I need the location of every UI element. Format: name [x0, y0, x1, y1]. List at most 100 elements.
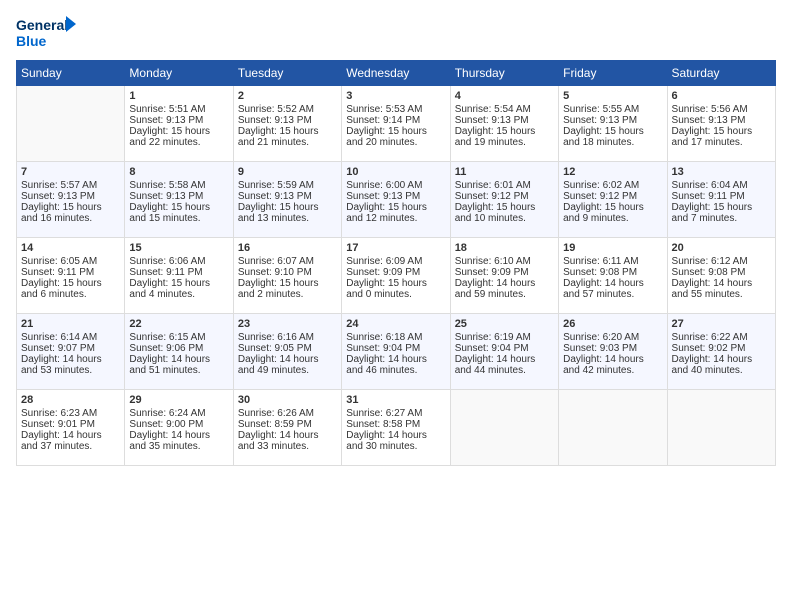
calendar-cell: 26Sunrise: 6:20 AMSunset: 9:03 PMDayligh… — [559, 314, 667, 390]
day-info: Daylight: 14 hours — [238, 430, 337, 441]
calendar-cell: 16Sunrise: 6:07 AMSunset: 9:10 PMDayligh… — [233, 238, 341, 314]
day-number: 8 — [129, 166, 228, 178]
day-number: 1 — [129, 90, 228, 102]
day-info: Daylight: 15 hours — [346, 278, 445, 289]
day-info: Sunrise: 6:05 AM — [21, 256, 120, 267]
header-row: SundayMondayTuesdayWednesdayThursdayFrid… — [17, 61, 776, 86]
weekday-header-sunday: Sunday — [17, 61, 125, 86]
day-info: Sunrise: 6:01 AM — [455, 180, 554, 191]
day-info: Daylight: 15 hours — [455, 126, 554, 137]
day-info: and 21 minutes. — [238, 137, 337, 148]
calendar-cell: 8 Sunrise: 5:58 AMSunset: 9:13 PMDaylight… — [125, 162, 233, 238]
day-number: 22 — [129, 318, 228, 330]
calendar-cell: 14Sunrise: 6:05 AMSunset: 9:11 PMDayligh… — [17, 238, 125, 314]
calendar-week-4: 21Sunrise: 6:14 AMSunset: 9:07 PMDayligh… — [17, 314, 776, 390]
calendar-cell: 2Sunrise: 5:52 AMSunset: 9:13 PMDaylight… — [233, 86, 341, 162]
day-info: Daylight: 15 hours — [21, 278, 120, 289]
day-info: and 18 minutes. — [563, 137, 662, 148]
day-info: Daylight: 14 hours — [672, 354, 771, 365]
calendar-cell: 24Sunrise: 6:18 AMSunset: 9:04 PMDayligh… — [342, 314, 450, 390]
day-info: Sunset: 9:06 PM — [129, 343, 228, 354]
day-number: 19 — [563, 242, 662, 254]
calendar-cell: 22Sunrise: 6:15 AMSunset: 9:06 PMDayligh… — [125, 314, 233, 390]
day-info: Sunrise: 6:23 AM — [21, 408, 120, 419]
day-info: Sunrise: 6:04 AM — [672, 180, 771, 191]
day-info: and 0 minutes. — [346, 289, 445, 300]
day-number: 24 — [346, 318, 445, 330]
day-info: Daylight: 14 hours — [346, 354, 445, 365]
day-info: and 46 minutes. — [346, 365, 445, 376]
day-info: Daylight: 15 hours — [129, 202, 228, 213]
day-number: 30 — [238, 394, 337, 406]
calendar-cell — [559, 390, 667, 466]
day-number: 5 — [563, 90, 662, 102]
day-info: Daylight: 14 hours — [563, 354, 662, 365]
day-info: Sunset: 9:13 PM — [672, 115, 771, 126]
day-number: 2 — [238, 90, 337, 102]
weekday-header-saturday: Saturday — [667, 61, 775, 86]
day-info: Daylight: 14 hours — [455, 278, 554, 289]
day-number: 26 — [563, 318, 662, 330]
day-info: Sunrise: 5:53 AM — [346, 104, 445, 115]
day-info: Daylight: 15 hours — [238, 126, 337, 137]
logo-svg: GeneralBlue — [16, 12, 76, 52]
day-info: Daylight: 15 hours — [563, 202, 662, 213]
day-info: Daylight: 15 hours — [455, 202, 554, 213]
day-info: Sunrise: 5:59 AM — [238, 180, 337, 191]
day-info: and 40 minutes. — [672, 365, 771, 376]
day-info: Sunrise: 6:00 AM — [346, 180, 445, 191]
day-info: Sunrise: 6:16 AM — [238, 332, 337, 343]
day-number: 28 — [21, 394, 120, 406]
calendar-cell: 20Sunrise: 6:12 AMSunset: 9:08 PMDayligh… — [667, 238, 775, 314]
day-info: and 42 minutes. — [563, 365, 662, 376]
day-info: and 51 minutes. — [129, 365, 228, 376]
day-info: Sunset: 9:11 PM — [129, 267, 228, 278]
calendar-cell: 1Sunrise: 5:51 AMSunset: 9:13 PMDaylight… — [125, 86, 233, 162]
day-info: Daylight: 15 hours — [563, 126, 662, 137]
calendar-cell: 3Sunrise: 5:53 AMSunset: 9:14 PMDaylight… — [342, 86, 450, 162]
day-info: Sunset: 9:09 PM — [346, 267, 445, 278]
day-info: and 13 minutes. — [238, 213, 337, 224]
day-info: and 19 minutes. — [455, 137, 554, 148]
calendar-cell: 9Sunrise: 5:59 AMSunset: 9:13 PMDaylight… — [233, 162, 341, 238]
day-info: Daylight: 14 hours — [21, 430, 120, 441]
day-info: Sunset: 9:08 PM — [672, 267, 771, 278]
day-info: and 6 minutes. — [21, 289, 120, 300]
day-info: and 33 minutes. — [238, 441, 337, 452]
day-info: Sunrise: 5:57 AM — [21, 180, 120, 191]
day-info: Sunset: 9:13 PM — [563, 115, 662, 126]
calendar-week-5: 28Sunrise: 6:23 AMSunset: 9:01 PMDayligh… — [17, 390, 776, 466]
day-number: 15 — [129, 242, 228, 254]
calendar-cell: 17Sunrise: 6:09 AMSunset: 9:09 PMDayligh… — [342, 238, 450, 314]
day-info: Daylight: 14 hours — [346, 430, 445, 441]
day-info: Sunset: 9:05 PM — [238, 343, 337, 354]
day-info: Sunrise: 5:55 AM — [563, 104, 662, 115]
logo: GeneralBlue — [16, 12, 76, 52]
weekday-header-thursday: Thursday — [450, 61, 558, 86]
day-info: Daylight: 15 hours — [129, 126, 228, 137]
weekday-header-monday: Monday — [125, 61, 233, 86]
day-info: and 55 minutes. — [672, 289, 771, 300]
day-info: Sunrise: 6:20 AM — [563, 332, 662, 343]
day-info: and 20 minutes. — [346, 137, 445, 148]
day-info: Sunset: 9:13 PM — [238, 115, 337, 126]
day-info: Sunrise: 6:11 AM — [563, 256, 662, 267]
day-number: 14 — [21, 242, 120, 254]
day-info: Daylight: 15 hours — [129, 278, 228, 289]
day-info: Daylight: 14 hours — [672, 278, 771, 289]
calendar-cell: 28Sunrise: 6:23 AMSunset: 9:01 PMDayligh… — [17, 390, 125, 466]
calendar-cell: 7Sunrise: 5:57 AMSunset: 9:13 PMDaylight… — [17, 162, 125, 238]
day-info: Sunrise: 5:54 AM — [455, 104, 554, 115]
calendar-cell: 30Sunrise: 6:26 AMSunset: 8:59 PMDayligh… — [233, 390, 341, 466]
calendar-cell: 21Sunrise: 6:14 AMSunset: 9:07 PMDayligh… — [17, 314, 125, 390]
day-info: Daylight: 15 hours — [346, 202, 445, 213]
day-number: 10 — [346, 166, 445, 178]
day-info: Sunset: 9:13 PM — [129, 191, 228, 202]
day-info: Sunrise: 6:18 AM — [346, 332, 445, 343]
calendar-cell: 15Sunrise: 6:06 AMSunset: 9:11 PMDayligh… — [125, 238, 233, 314]
svg-text:Blue: Blue — [16, 33, 47, 49]
day-info: and 49 minutes. — [238, 365, 337, 376]
day-info: and 35 minutes. — [129, 441, 228, 452]
day-info: Sunrise: 5:58 AM — [129, 180, 228, 191]
day-info: Sunrise: 6:12 AM — [672, 256, 771, 267]
